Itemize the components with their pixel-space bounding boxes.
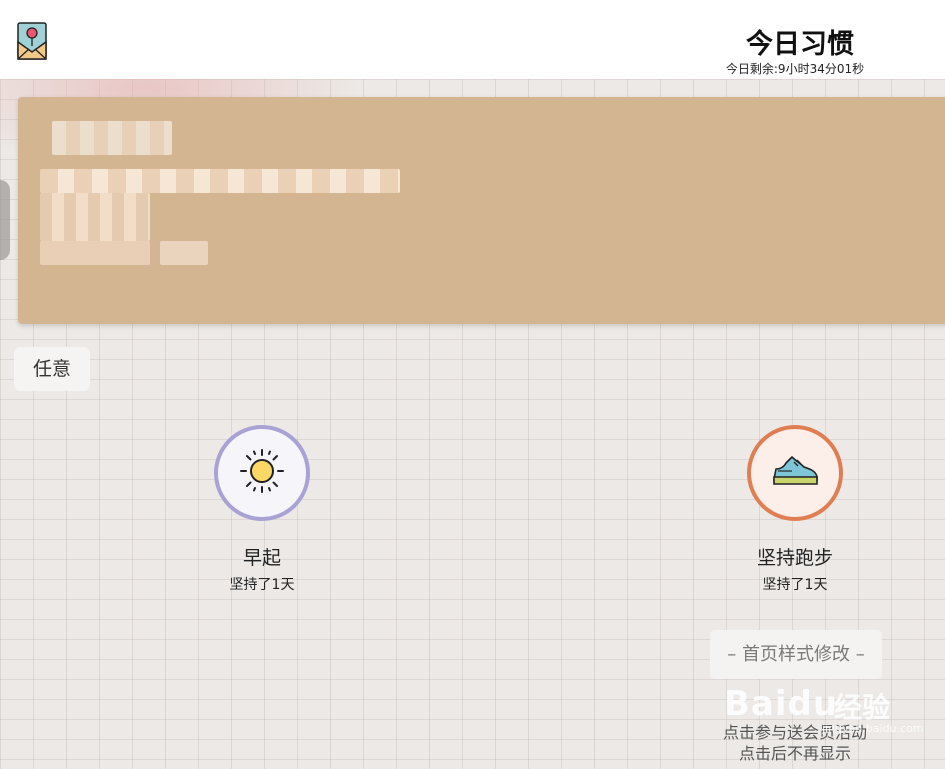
habit-streak: 坚持了1天 (229, 577, 295, 593)
watermark-cn: 经验 (834, 691, 891, 724)
mail-icon[interactable] (16, 22, 48, 60)
watermark-url: jingyan.baidu.com (822, 722, 924, 735)
edge-decoration (0, 180, 10, 260)
watermark: Baidu 经验 jingyan.baidu.com (724, 668, 924, 738)
watermark-text: Baidu (724, 684, 839, 724)
blurred-text (52, 121, 172, 155)
banner-card[interactable] (18, 97, 945, 324)
blurred-text (160, 241, 208, 265)
blurred-text (40, 169, 400, 193)
habit-item-early-rise[interactable]: 早起 坚持了1天 (192, 425, 332, 594)
habit-name: 早起 (242, 547, 281, 569)
blurred-text (40, 193, 150, 241)
habit-item-running[interactable]: 坚持跑步 坚持了1天 (725, 425, 865, 594)
habit-name: 坚持跑步 (756, 547, 833, 569)
promo-line-2[interactable]: 点击后不再显示 (700, 743, 890, 764)
category-chip[interactable]: 任意 (14, 347, 90, 391)
top-bar: 今日习惯 今日剩余:9小时34分01秒 (0, 0, 945, 79)
sneaker-icon (770, 453, 820, 493)
habit-icon-circle[interactable] (747, 425, 843, 521)
habit-streak: 坚持了1天 (762, 577, 828, 593)
page-title: 今日习惯 (746, 29, 854, 60)
countdown-text: 今日剩余:9小时34分01秒 (725, 62, 865, 76)
sun-icon (239, 448, 285, 498)
blurred-text (40, 241, 150, 265)
habit-icon-circle[interactable] (214, 425, 310, 521)
